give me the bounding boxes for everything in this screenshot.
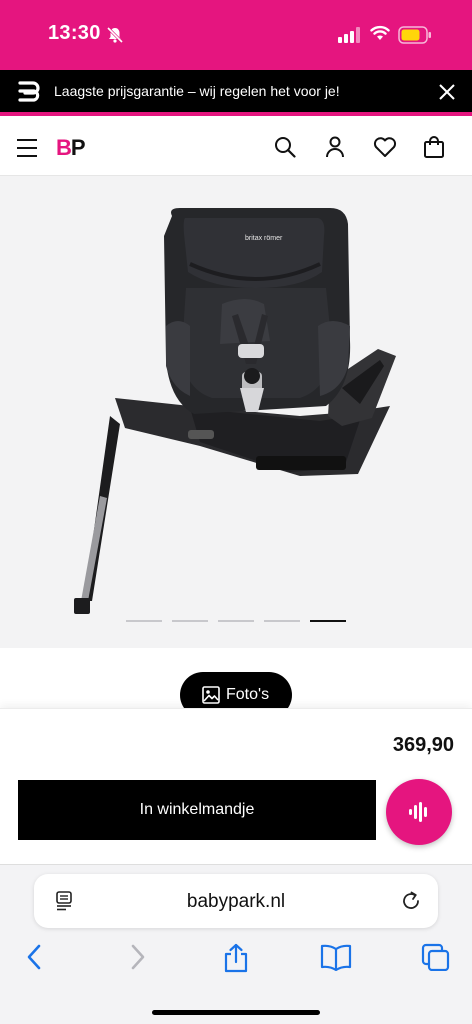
signal-icon (338, 27, 360, 43)
voice-assistant-icon (409, 802, 427, 822)
slide-indicators (126, 620, 346, 622)
voice-assistant-button[interactable] (386, 779, 452, 845)
tabs-icon[interactable] (421, 943, 451, 971)
product-image: britax römer (74, 208, 396, 614)
product-gallery[interactable]: britax römer (0, 176, 472, 648)
bag-icon[interactable] (423, 136, 445, 158)
wifi-icon (370, 25, 390, 40)
logo-letter-b: B (56, 135, 72, 160)
slide-dot[interactable] (264, 620, 300, 622)
browser-toolbar: babypark.nl (0, 864, 472, 1024)
promo-text: Laagste prijsgarantie – wij regelen het … (54, 83, 340, 99)
image-icon (202, 686, 220, 704)
close-icon[interactable] (438, 83, 456, 101)
logo-letter-p: P (70, 135, 86, 160)
bell-slash-icon (106, 26, 124, 44)
forward-icon[interactable] (126, 943, 148, 971)
promo-banner: Laagste prijsgarantie – wij regelen het … (0, 70, 472, 116)
add-to-cart-button[interactable]: In winkelmandje (18, 780, 376, 840)
share-icon[interactable] (222, 943, 250, 973)
bookmarks-icon[interactable] (320, 943, 352, 971)
account-icon[interactable] (324, 136, 346, 158)
buy-panel: 369,90 In winkelmandje (0, 708, 472, 864)
address-bar[interactable]: babypark.nl (34, 874, 438, 928)
status-time: 13:30 (48, 22, 101, 44)
home-indicator (152, 1010, 320, 1015)
menu-icon[interactable] (16, 137, 38, 159)
back-icon[interactable] (24, 943, 46, 971)
search-icon[interactable] (274, 136, 296, 158)
battery-icon (398, 26, 431, 44)
slide-dot[interactable] (126, 620, 162, 622)
heart-icon[interactable] (373, 136, 397, 158)
site-header: BP (0, 120, 472, 176)
url-text: babypark.nl (186, 891, 286, 912)
brand-mark-icon (18, 81, 40, 102)
slide-dot[interactable] (218, 620, 254, 622)
product-price: 369,90 (392, 734, 454, 756)
status-bar: 13:30 (0, 0, 472, 70)
photos-button-label: Foto's (226, 686, 270, 703)
add-to-cart-label: In winkelmandje (139, 801, 255, 818)
slide-dot[interactable] (172, 620, 208, 622)
brand-print: britax römer (245, 235, 283, 242)
slide-dot-active[interactable] (310, 620, 346, 622)
reload-icon[interactable] (400, 890, 422, 912)
brand-logo[interactable]: BP (56, 135, 86, 160)
